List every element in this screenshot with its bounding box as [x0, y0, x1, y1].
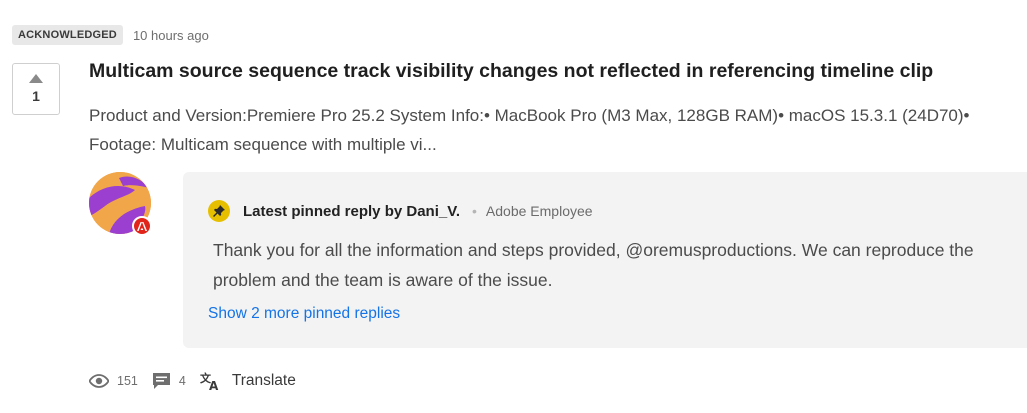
translate-icon: 文 A [200, 371, 219, 391]
views-count: 151 [89, 374, 138, 388]
upvote-arrow-icon [29, 74, 43, 83]
post-timestamp: 10 hours ago [132, 27, 209, 43]
comments-count: 4 [152, 372, 186, 390]
comments-value: 4 [178, 374, 186, 388]
avatar[interactable] [89, 172, 152, 236]
show-more-pinned-replies-link[interactable]: Show 2 more pinned replies [208, 305, 400, 323]
upvote-button[interactable]: 1 [12, 63, 60, 115]
employee-badge: Adobe Employee [485, 203, 593, 219]
pinned-reply-author[interactable]: Latest pinned reply by Dani_V. [243, 203, 460, 220]
post-title[interactable]: Multicam source sequence track visibilit… [89, 60, 933, 83]
svg-text:A: A [209, 379, 219, 391]
comment-icon [152, 373, 170, 389]
adobe-logo-icon [132, 216, 152, 236]
status-row: ACKNOWLEDGED 10 hours ago [12, 25, 209, 45]
separator-dot: • [472, 203, 477, 219]
pinned-reply-card: Latest pinned reply by Dani_V. • Adobe E… [183, 172, 1027, 348]
status-badge: ACKNOWLEDGED [12, 25, 123, 45]
pin-icon [208, 200, 230, 222]
vote-count: 1 [32, 88, 40, 104]
pinned-reply-text: Thank you for all the information and st… [213, 240, 974, 290]
pinned-reply-header: Latest pinned reply by Dani_V. • Adobe E… [208, 200, 593, 222]
translate-button[interactable]: 文 A Translate [200, 371, 296, 391]
post-excerpt: Product and Version:Premiere Pro 25.2 Sy… [89, 106, 970, 154]
translate-label: Translate [231, 372, 296, 389]
post-footer: 151 4 文 A Translate [89, 369, 296, 393]
views-value: 151 [117, 374, 138, 388]
eye-icon [89, 374, 109, 388]
